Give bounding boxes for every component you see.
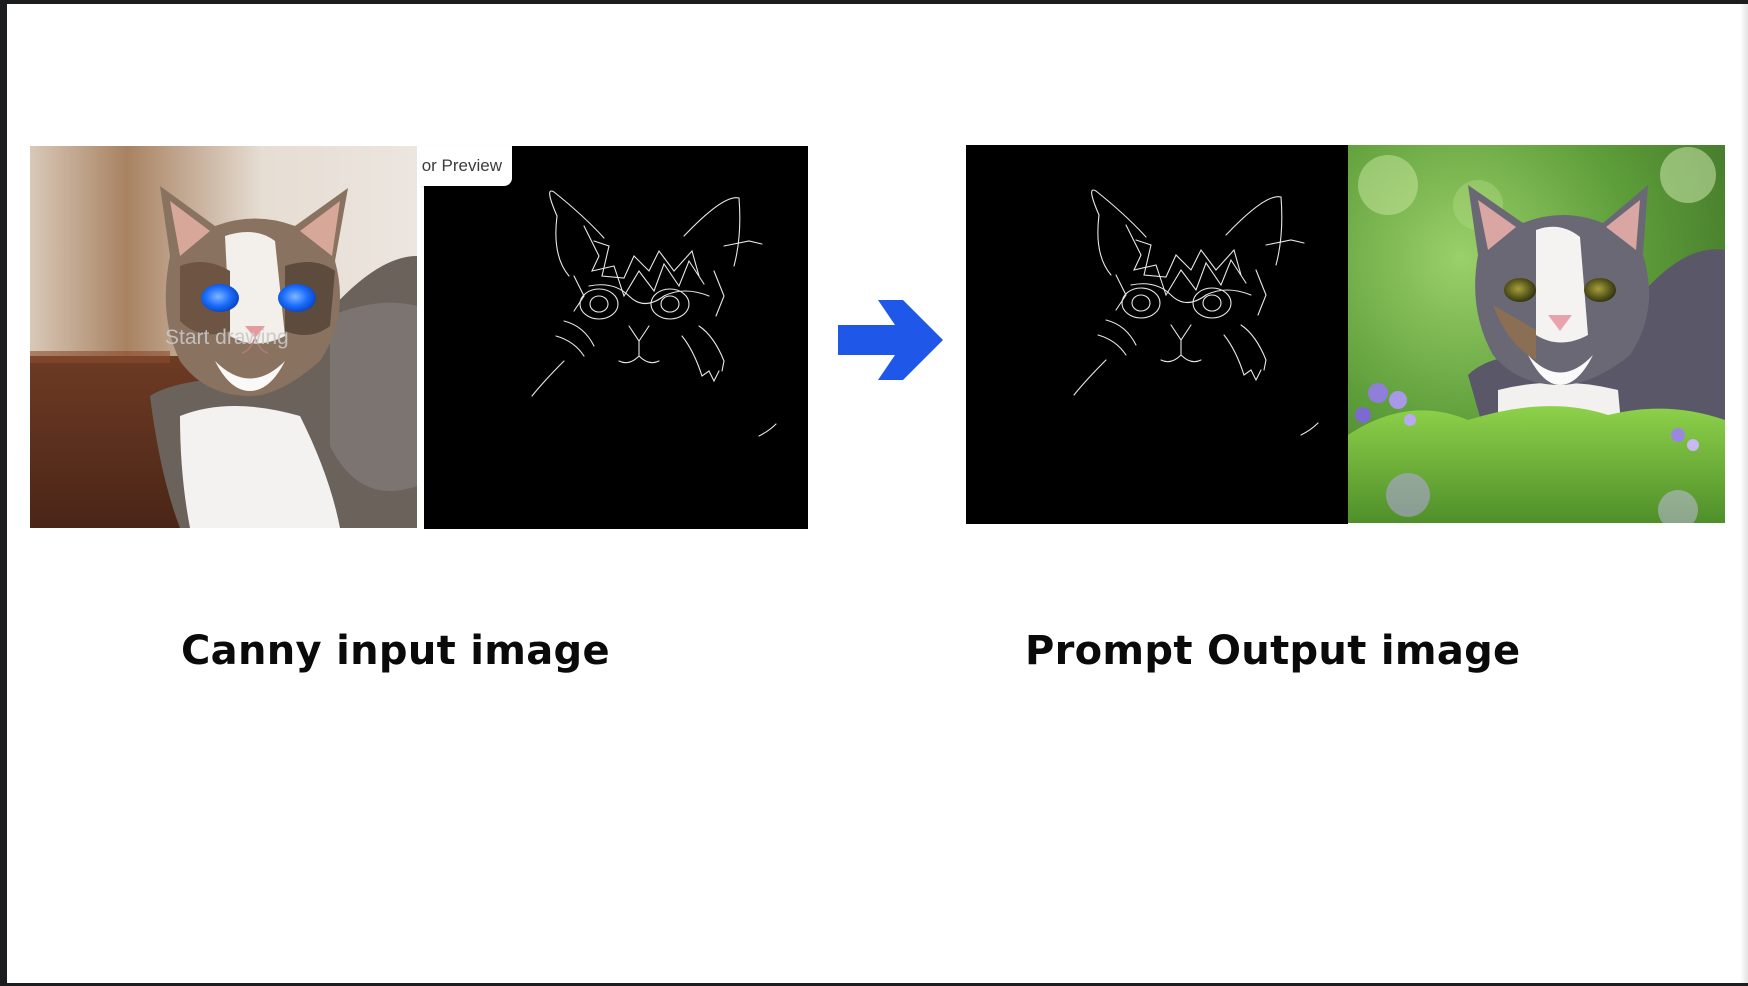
drawing-hint: Start drawing xyxy=(165,326,289,349)
canny-edge-map-input xyxy=(424,146,808,529)
canny-edge-map-output xyxy=(966,145,1348,524)
arrow-right-icon xyxy=(838,300,943,380)
slide: or Preview Start drawing Canny input ima… xyxy=(7,4,1748,983)
slide-edge xyxy=(1740,4,1748,983)
caption-canny-input: Canny input image xyxy=(181,628,610,674)
output-photo xyxy=(1348,145,1725,523)
caption-prompt-output: Prompt Output image xyxy=(1025,628,1521,674)
preview-tab[interactable]: or Preview xyxy=(420,146,512,186)
